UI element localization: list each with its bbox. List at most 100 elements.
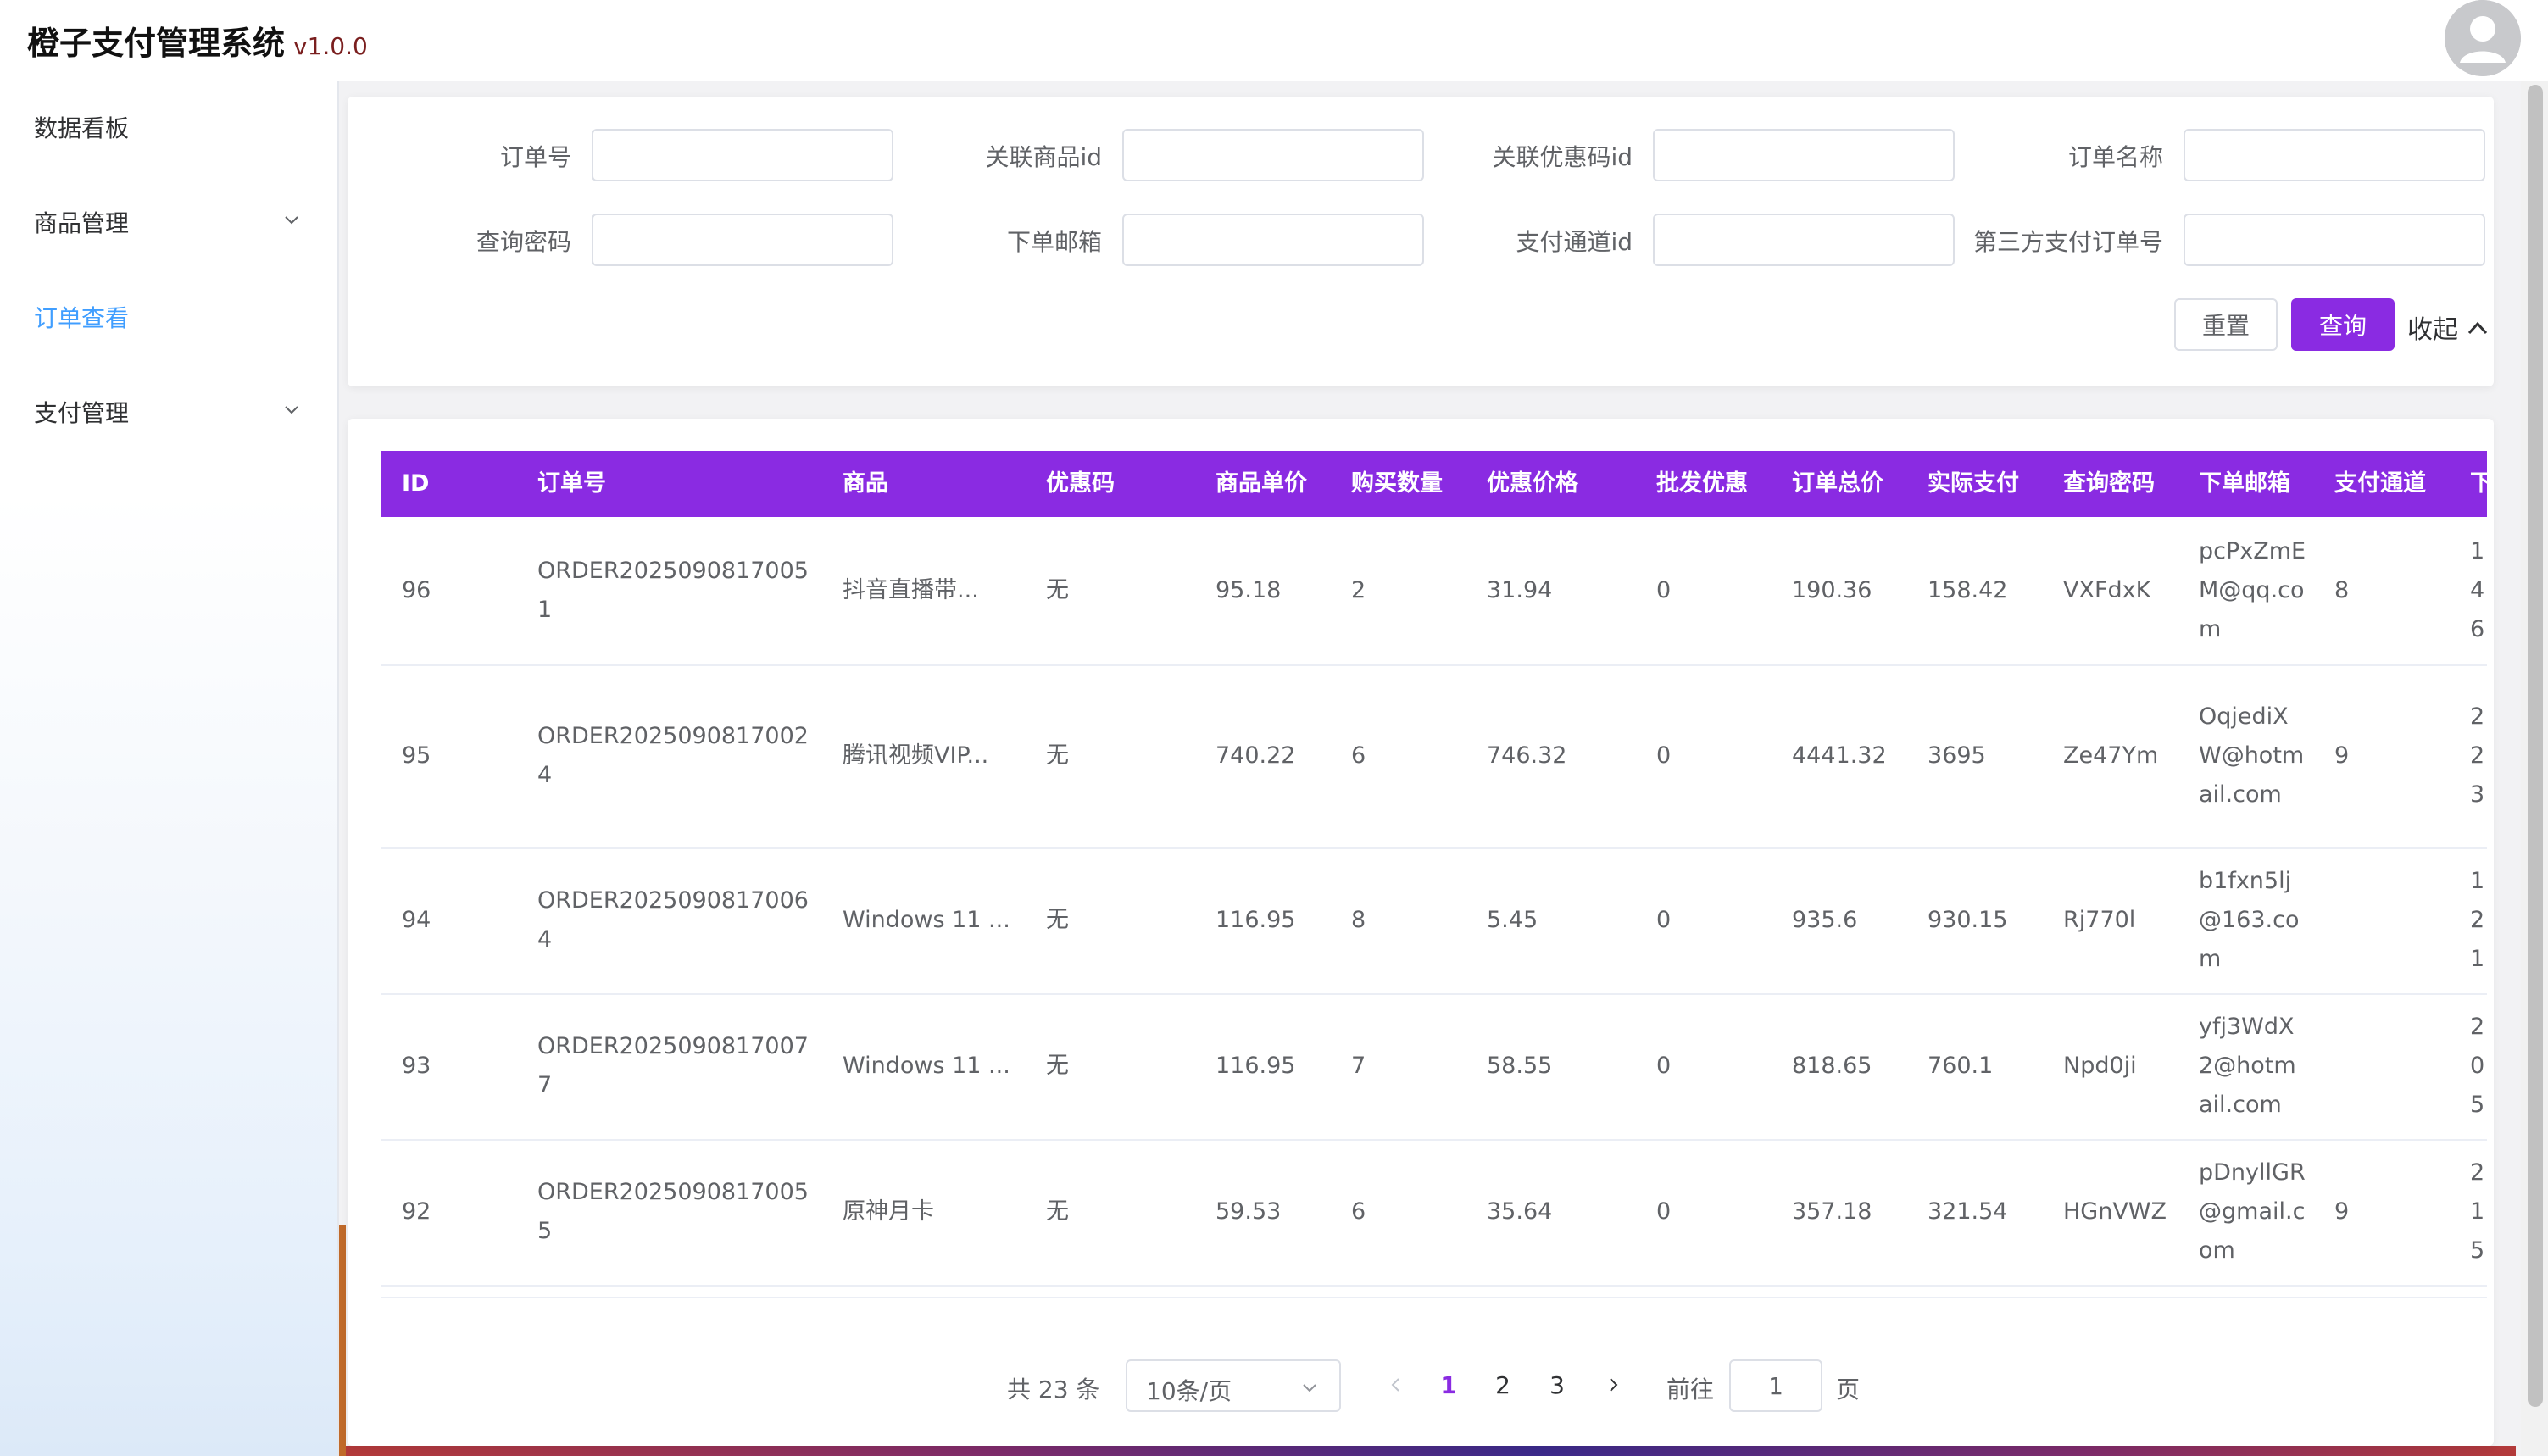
query-password-label: 查询密码 bbox=[476, 228, 571, 256]
cell-bulk: 0 bbox=[1656, 1198, 1672, 1225]
app-version: v1.0.0 bbox=[293, 32, 368, 60]
cell-quantity: 7 bbox=[1351, 1053, 1366, 1079]
cell-quantity: 6 bbox=[1351, 742, 1366, 769]
cell-clipped: 121. bbox=[2470, 868, 2487, 972]
col-bulk: 批发优惠 bbox=[1656, 470, 1748, 497]
cell-channel: 9 bbox=[2334, 742, 2350, 769]
cell-unit-price: 116.95 bbox=[1216, 1053, 1296, 1079]
chevron-down-icon bbox=[285, 406, 298, 414]
order-no-input[interactable] bbox=[592, 129, 893, 181]
cell-coupon: 无 bbox=[1046, 742, 1069, 769]
cell-total: 935.6 bbox=[1792, 907, 1858, 933]
collapse-toggle[interactable]: 收起 bbox=[2407, 308, 2489, 346]
order-name-label: 订单名称 bbox=[2067, 143, 2163, 171]
query-password-input[interactable] bbox=[592, 214, 893, 266]
prev-page-icon[interactable] bbox=[1387, 1375, 1405, 1395]
table-header: ID 订单号 商品 优惠码 商品单价 购买数量 优惠价格 批发优惠 订单总价 实… bbox=[381, 451, 2487, 517]
page-1-button[interactable]: 1 bbox=[1427, 1359, 1470, 1412]
cell-bulk: 0 bbox=[1656, 742, 1672, 769]
cell-order-no: ORDER20250908170024 bbox=[537, 723, 809, 788]
cell-clipped: 146 bbox=[2470, 538, 2485, 642]
cell-paid: 158.42 bbox=[1928, 577, 2008, 603]
cell-email: yfj3WdX2@hotmail.com bbox=[2199, 1014, 2296, 1118]
user-icon bbox=[2445, 0, 2521, 76]
col-clipped: 下 bbox=[2470, 470, 2487, 497]
cell-clipped: 215 bbox=[2470, 1159, 2485, 1264]
decorative-bottom-strip bbox=[346, 1446, 2516, 1456]
cell-password: HGnVWZ bbox=[2063, 1198, 2167, 1225]
chevron-down-icon bbox=[285, 216, 298, 225]
cell-paid: 930.15 bbox=[1928, 907, 2008, 933]
cell-coupon: 无 bbox=[1046, 1053, 1069, 1079]
table-row[interactable]: 95 ORDER20250908170024 腾讯视频VIP... 无 740.… bbox=[381, 664, 2487, 849]
goto-page-input[interactable] bbox=[1729, 1359, 1822, 1412]
decorative-strip bbox=[339, 1225, 346, 1456]
user-avatar[interactable] bbox=[2445, 0, 2521, 76]
third-party-order-input[interactable] bbox=[2184, 214, 2485, 266]
cell-channel: 8 bbox=[2334, 577, 2350, 603]
channel-id-input[interactable] bbox=[1653, 214, 1955, 266]
cell-clipped: 223 bbox=[2470, 703, 2485, 808]
cell-total: 357.18 bbox=[1792, 1198, 1872, 1225]
cell-clipped: 205 bbox=[2470, 1014, 2485, 1118]
col-unit-price: 商品单价 bbox=[1216, 470, 1307, 497]
table-row[interactable]: 94 ORDER20250908170064 Windows 11 ... 无 … bbox=[381, 847, 2487, 995]
cell-coupon: 无 bbox=[1046, 907, 1069, 933]
cell-paid: 760.1 bbox=[1928, 1053, 1994, 1079]
order-no-label: 订单号 bbox=[499, 143, 571, 171]
sidebar: 数据看板 商品管理 订单查看 支付管理 bbox=[0, 81, 339, 1456]
coupon-id-input[interactable] bbox=[1653, 129, 1955, 181]
cell-id: 93 bbox=[402, 1053, 431, 1079]
cell-unit-price: 59.53 bbox=[1216, 1198, 1282, 1225]
cell-unit-price: 116.95 bbox=[1216, 907, 1296, 933]
sidebar-item-payment[interactable]: 支付管理 bbox=[0, 366, 339, 461]
cell-unit-price: 740.22 bbox=[1216, 742, 1296, 769]
product-id-input[interactable] bbox=[1122, 129, 1424, 181]
table-row[interactable]: 96 ORDER20250908170051 抖音直播带... 无 95.18 … bbox=[381, 517, 2487, 666]
page-2-button[interactable]: 2 bbox=[1482, 1359, 1524, 1412]
cell-password: Npd0ji bbox=[2063, 1053, 2137, 1079]
order-email-input[interactable] bbox=[1122, 214, 1424, 266]
col-channel: 支付通道 bbox=[2334, 470, 2426, 497]
col-quantity: 购买数量 bbox=[1351, 470, 1443, 497]
cell-order-no: ORDER20250908170077 bbox=[537, 1033, 809, 1098]
chevron-up-icon bbox=[2467, 321, 2487, 335]
sidebar-item-label: 支付管理 bbox=[34, 399, 130, 427]
page-size-value: 10条/页 bbox=[1146, 1377, 1232, 1405]
pagination-total: 共 23 条 bbox=[1007, 1375, 1100, 1403]
sidebar-item-dashboard[interactable]: 数据看板 bbox=[0, 81, 339, 176]
cell-product: Windows 11 ... bbox=[843, 1053, 1010, 1079]
app-title: 橙子支付管理系统 v1.0.0 bbox=[27, 17, 368, 64]
page-suffix: 页 bbox=[1836, 1375, 1861, 1403]
cell-discount: 58.55 bbox=[1487, 1053, 1553, 1079]
order-name-input[interactable] bbox=[2184, 129, 2485, 181]
page-size-select[interactable]: 10条/页 bbox=[1126, 1359, 1341, 1412]
order-email-label: 下单邮箱 bbox=[1006, 228, 1102, 256]
cell-discount: 746.32 bbox=[1487, 742, 1567, 769]
sidebar-item-orders[interactable]: 订单查看 bbox=[0, 271, 339, 366]
reset-button[interactable]: 重置 bbox=[2174, 298, 2278, 351]
cell-order-no: ORDER20250908170051 bbox=[537, 558, 809, 623]
cell-paid: 3695 bbox=[1928, 742, 1986, 769]
cell-quantity: 6 bbox=[1351, 1198, 1366, 1225]
cell-email: pDnyllGR@gmail.com bbox=[2199, 1159, 2306, 1264]
sidebar-item-label: 商品管理 bbox=[34, 209, 130, 237]
app-header: 橙子支付管理系统 v1.0.0 bbox=[0, 0, 2548, 81]
next-page-icon[interactable] bbox=[1604, 1375, 1622, 1395]
cell-bulk: 0 bbox=[1656, 907, 1672, 933]
cell-id: 95 bbox=[402, 742, 431, 769]
scrollbar-thumb[interactable] bbox=[2528, 85, 2543, 1407]
table-row[interactable]: 93 ORDER20250908170077 Windows 11 ... 无 … bbox=[381, 993, 2487, 1141]
sidebar-item-products[interactable]: 商品管理 bbox=[0, 176, 339, 271]
cell-password: Ze47Ym bbox=[2063, 742, 2159, 769]
query-button[interactable]: 查询 bbox=[2291, 298, 2395, 351]
cell-email: b1fxn5lj@163.com bbox=[2199, 868, 2300, 972]
cell-coupon: 无 bbox=[1046, 577, 1069, 603]
col-coupon: 优惠码 bbox=[1046, 470, 1115, 497]
cell-total: 190.36 bbox=[1792, 577, 1872, 603]
cell-total: 4441.32 bbox=[1792, 742, 1887, 769]
cell-discount: 5.45 bbox=[1487, 907, 1538, 933]
cell-product: Windows 11 ... bbox=[843, 907, 1010, 933]
page-3-button[interactable]: 3 bbox=[1536, 1359, 1578, 1412]
table-row[interactable]: 92 ORDER20250908170055 原神月卡 无 59.53 6 35… bbox=[381, 1139, 2487, 1287]
